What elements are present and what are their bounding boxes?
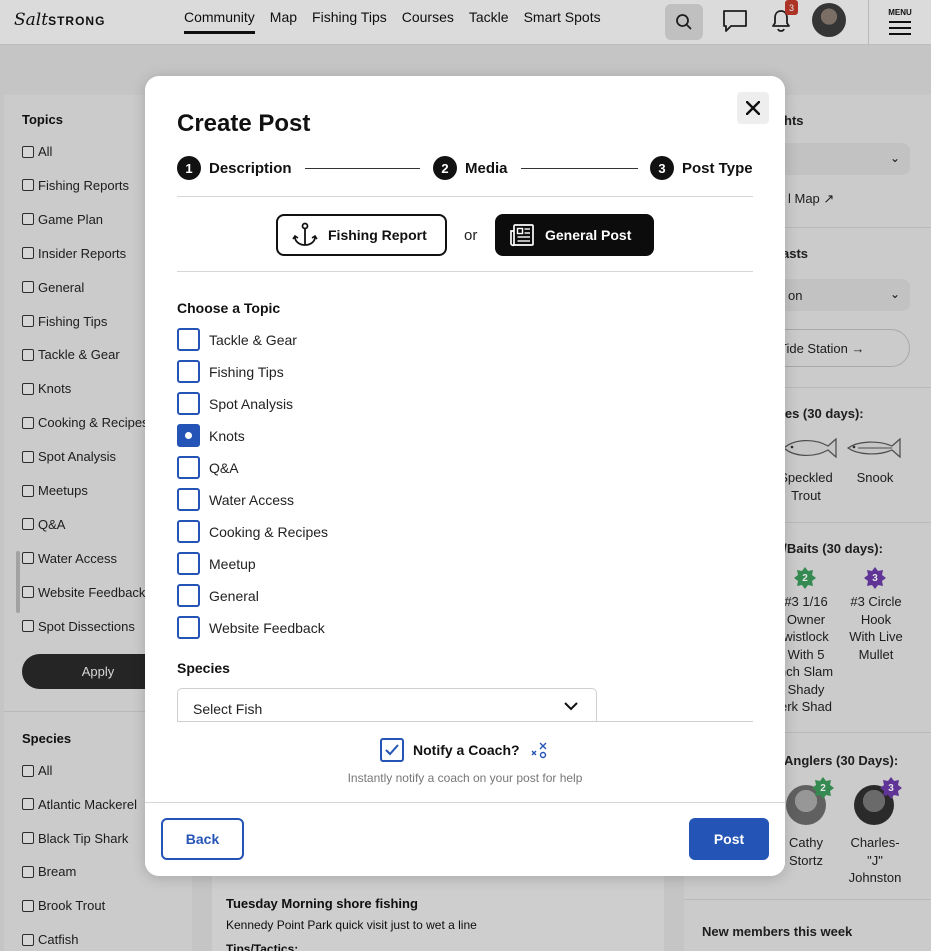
topic-option[interactable]: Water Access bbox=[177, 488, 294, 511]
divider bbox=[177, 196, 753, 197]
fishing-report-type-button[interactable]: Fishing Report bbox=[276, 214, 447, 256]
topic-option[interactable]: Spot Analysis bbox=[177, 392, 293, 415]
step-post-type: 3 Post Type bbox=[650, 156, 753, 180]
topic-option[interactable]: Tackle & Gear bbox=[177, 328, 297, 351]
topic-option[interactable]: General bbox=[177, 584, 259, 607]
chevron-down-icon bbox=[564, 702, 578, 711]
topic-option[interactable]: Cooking & Recipes bbox=[177, 520, 328, 543]
divider bbox=[145, 802, 785, 803]
topic-checkbox[interactable] bbox=[177, 392, 200, 415]
topic-label: Tackle & Gear bbox=[209, 331, 297, 348]
divider bbox=[177, 271, 753, 272]
post-button[interactable]: Post bbox=[689, 818, 769, 860]
close-button[interactable] bbox=[737, 92, 769, 124]
step-connector bbox=[521, 168, 638, 169]
topic-checkbox[interactable] bbox=[177, 456, 200, 479]
topic-option[interactable]: Q&A bbox=[177, 456, 239, 479]
topic-checkbox[interactable] bbox=[177, 488, 200, 511]
or-separator: or bbox=[464, 227, 478, 244]
topic-checkbox[interactable] bbox=[177, 424, 200, 447]
create-post-modal: Create Post 1 Description 2 Media 3 Post Ty… bbox=[145, 76, 785, 876]
general-post-type-button[interactable]: General Post bbox=[495, 214, 654, 256]
topic-label: Water Access bbox=[209, 491, 295, 508]
modal-title: Create Post bbox=[177, 110, 311, 137]
topic-checkbox[interactable] bbox=[177, 520, 200, 543]
topic-checkbox[interactable] bbox=[177, 552, 200, 575]
topic-option[interactable]: Website Feedback bbox=[177, 616, 325, 639]
back-button[interactable]: Back bbox=[161, 818, 244, 860]
notify-coach-toggle[interactable]: Notify a Coach? bbox=[380, 738, 549, 762]
coach-play-icon bbox=[531, 742, 547, 759]
anchor-icon bbox=[292, 222, 318, 246]
fishing-report-label: Fishing Report bbox=[328, 227, 427, 243]
topic-checkbox[interactable] bbox=[177, 360, 200, 383]
topic-label: Knots bbox=[209, 427, 245, 444]
topic-checkbox[interactable] bbox=[177, 328, 200, 351]
step-description: 1 Description bbox=[177, 156, 292, 180]
choose-topic-title: Choose a Topic bbox=[177, 300, 281, 316]
checkmark-icon bbox=[385, 744, 399, 756]
topic-label: Cooking & Recipes bbox=[209, 523, 329, 540]
topic-label: Spot Analysis bbox=[209, 395, 294, 412]
topic-label: Q&A bbox=[209, 459, 239, 476]
topic-checkbox[interactable] bbox=[177, 616, 200, 639]
topic-option[interactable]: Meetup bbox=[177, 552, 256, 575]
topic-label: Fishing Tips bbox=[209, 363, 284, 380]
notify-coach-label: Notify a Coach? bbox=[413, 742, 520, 758]
step-connector bbox=[305, 168, 420, 169]
notify-coach-checkbox[interactable] bbox=[380, 738, 404, 762]
topic-label: General bbox=[209, 587, 259, 604]
topic-checkbox[interactable] bbox=[177, 584, 200, 607]
topic-label: Website Feedback bbox=[209, 619, 325, 636]
topic-option[interactable]: Knots bbox=[177, 424, 245, 447]
topic-label: Meetup bbox=[209, 555, 256, 572]
topic-option[interactable]: Fishing Tips bbox=[177, 360, 284, 383]
newspaper-icon bbox=[510, 224, 534, 247]
close-icon bbox=[746, 101, 760, 115]
general-post-label: General Post bbox=[545, 227, 632, 243]
step-media: 2 Media bbox=[433, 156, 508, 180]
species-select-value: Select Fish bbox=[193, 701, 263, 717]
species-section-title: Species bbox=[177, 660, 230, 676]
notify-coach-help-text: Instantly notify a coach on your post fo… bbox=[347, 771, 583, 785]
